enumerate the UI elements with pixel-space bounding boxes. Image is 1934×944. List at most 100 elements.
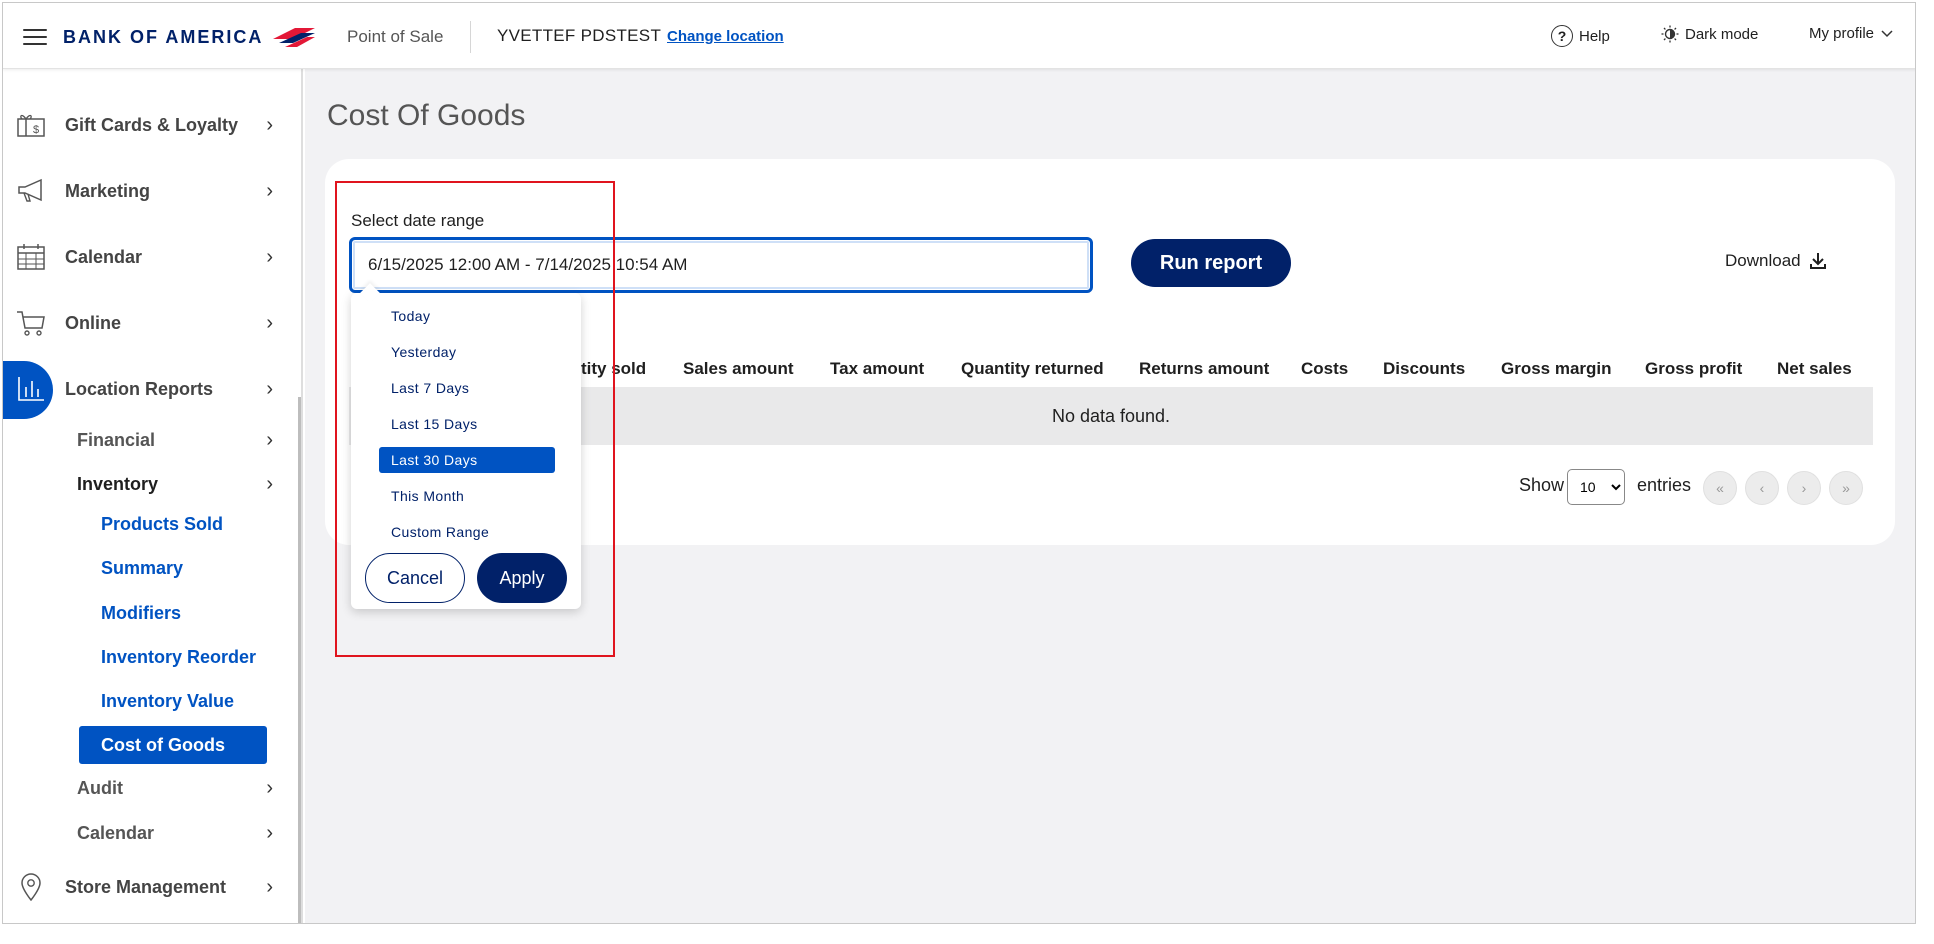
- menu-icon[interactable]: [23, 29, 47, 45]
- sidebar-item-marketing[interactable]: Marketing ›: [3, 169, 283, 213]
- sidebar-sub-label: Inventory: [77, 473, 159, 494]
- svg-text:$: $: [33, 124, 39, 136]
- sidebar-item-online[interactable]: Online ›: [3, 301, 283, 345]
- cancel-button[interactable]: Cancel: [365, 553, 465, 603]
- page-title: Cost Of Goods: [327, 99, 526, 132]
- range-yesterday[interactable]: Yesterday: [379, 339, 555, 365]
- sidebar-sub-inventory[interactable]: Inventory ›: [77, 469, 283, 499]
- sidebar-link-inventory-reorder[interactable]: Inventory Reorder: [79, 638, 267, 676]
- page-size-select[interactable]: 10: [1567, 469, 1625, 505]
- dark-mode-toggle[interactable]: Dark mode: [1661, 25, 1758, 43]
- chevron-right-icon: ›: [266, 377, 273, 400]
- help-label: Help: [1579, 27, 1610, 45]
- sun-icon: [1661, 25, 1679, 43]
- window-edge: [1918, 0, 1934, 944]
- sidebar-sub-label: Financial: [77, 429, 156, 450]
- sidebar-link-cost-of-goods[interactable]: Cost of Goods: [79, 726, 267, 764]
- app-window: BANK OF AMERICA Point of Sale YVETTEF PD…: [2, 2, 1916, 924]
- range-today[interactable]: Today: [379, 303, 555, 329]
- header-divider: [470, 21, 471, 53]
- chevron-right-icon: ›: [266, 428, 273, 451]
- sidebar-scrollbar[interactable]: [298, 397, 301, 923]
- location-name: YVETTEF PDSTEST: [497, 26, 662, 45]
- chevron-right-icon: ›: [266, 245, 273, 268]
- sidebar-sub-label: Audit: [77, 777, 123, 798]
- last-page-button[interactable]: »: [1829, 471, 1863, 505]
- range-last-15-days[interactable]: Last 15 Days: [379, 411, 555, 437]
- gift-card-icon: $: [15, 109, 47, 141]
- show-label: Show: [1519, 475, 1565, 495]
- download-icon: [1809, 253, 1826, 269]
- sidebar-link-modifiers[interactable]: Modifiers: [79, 594, 267, 632]
- run-report-button[interactable]: Run report: [1131, 239, 1291, 287]
- date-range-input[interactable]: [349, 237, 1093, 293]
- sidebar-item-label: Gift Cards & Loyalty: [65, 114, 239, 135]
- date-range-dropdown: Today Yesterday Last 7 Days Last 15 Days…: [351, 293, 581, 609]
- window-bottom-edge: [0, 926, 1934, 944]
- download-button[interactable]: Download: [1725, 251, 1827, 271]
- column-header: tity sold: [581, 359, 647, 378]
- help-icon: ?: [1551, 25, 1573, 47]
- download-label: Download: [1725, 251, 1801, 270]
- my-profile-menu[interactable]: My profile: [1809, 25, 1894, 42]
- chevron-down-icon: [1881, 29, 1893, 37]
- sidebar-link-summary[interactable]: Summary: [79, 549, 267, 587]
- sidebar-item-location-reports[interactable]: Location Reports ›: [3, 361, 283, 419]
- date-range-label: Select date range: [351, 211, 485, 230]
- range-last-30-days[interactable]: Last 30 Days: [379, 447, 555, 473]
- chevron-right-icon: ›: [266, 179, 273, 202]
- next-page-button[interactable]: ›: [1787, 471, 1821, 505]
- column-header: Sales amount: [683, 359, 794, 378]
- first-page-button[interactable]: «: [1703, 471, 1737, 505]
- sidebar: $ Gift Cards & Loyalty › Marketing › Cal…: [3, 69, 303, 923]
- sidebar-item-gift-cards[interactable]: $ Gift Cards & Loyalty ›: [3, 103, 283, 147]
- chevron-right-icon: ›: [266, 311, 273, 334]
- top-header: BANK OF AMERICA Point of Sale YVETTEF PD…: [3, 3, 1915, 69]
- chevron-down-icon: ›: [266, 472, 273, 495]
- change-location-link[interactable]: Change location: [667, 28, 784, 45]
- column-header: Discounts: [1383, 359, 1466, 378]
- apply-button[interactable]: Apply: [477, 553, 567, 603]
- column-header: Tax amount: [830, 359, 925, 378]
- sidebar-item-label: Online: [65, 312, 122, 333]
- sidebar-item-label: Store Management: [65, 876, 227, 897]
- entries-label: entries: [1637, 475, 1692, 495]
- sidebar-sub-financial[interactable]: Financial ›: [77, 425, 283, 455]
- sidebar-link-inventory-value[interactable]: Inventory Value: [79, 682, 267, 720]
- column-header: Costs: [1301, 359, 1349, 378]
- range-last-7-days[interactable]: Last 7 Days: [379, 375, 555, 401]
- megaphone-icon: [15, 175, 47, 207]
- column-header: Quantity returned: [961, 359, 1104, 378]
- sidebar-item-label: Location Reports: [65, 378, 214, 399]
- dark-mode-label: Dark mode: [1685, 25, 1759, 43]
- chevron-right-icon: ›: [266, 113, 273, 136]
- calendar-icon: [15, 241, 47, 273]
- app-name: Point of Sale: [347, 27, 444, 46]
- sidebar-link-products-sold[interactable]: Products Sold: [79, 505, 267, 543]
- column-header: Net sales: [1777, 359, 1852, 378]
- my-profile-label: My profile: [1809, 25, 1875, 42]
- sidebar-item-label: Marketing: [65, 180, 151, 201]
- chevron-right-icon: ›: [266, 821, 273, 844]
- prev-page-button[interactable]: ‹: [1745, 471, 1779, 505]
- cart-icon: [15, 307, 47, 339]
- bank-logo[interactable]: BANK OF AMERICA: [63, 24, 317, 50]
- column-header: Gross margin: [1501, 359, 1612, 378]
- chevron-right-icon: ›: [266, 875, 273, 898]
- help-button[interactable]: ? Help: [1551, 25, 1610, 47]
- sidebar-item-label: Calendar: [65, 246, 143, 267]
- bar-chart-icon: [15, 373, 47, 405]
- chevron-right-icon: ›: [266, 776, 273, 799]
- flag-logo-icon: [273, 28, 316, 47]
- logo-text: BANK OF AMERICA: [63, 26, 264, 47]
- sidebar-sub-calendar[interactable]: Calendar ›: [77, 818, 283, 848]
- column-header: Gross profit: [1645, 359, 1743, 378]
- range-custom-range[interactable]: Custom Range: [379, 519, 555, 545]
- column-header: Returns amount: [1139, 359, 1270, 378]
- location-pin-icon: [15, 871, 47, 903]
- sidebar-sub-label: Calendar: [77, 822, 155, 843]
- range-this-month[interactable]: This Month: [379, 483, 555, 509]
- sidebar-sub-audit[interactable]: Audit ›: [77, 773, 283, 803]
- sidebar-item-store-management[interactable]: Store Management ›: [3, 865, 283, 909]
- sidebar-item-calendar[interactable]: Calendar ›: [3, 235, 283, 279]
